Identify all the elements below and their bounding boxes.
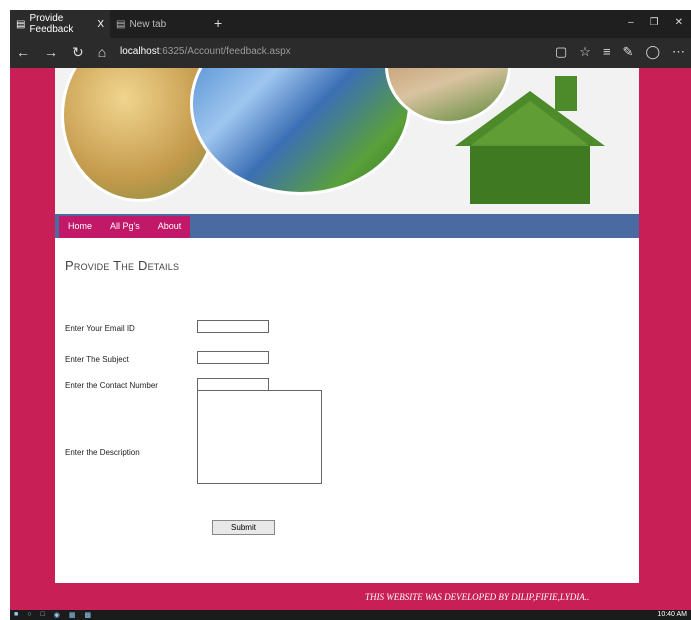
url-host: localhost — [120, 46, 160, 57]
back-icon[interactable]: ← — [16, 44, 30, 61]
reading-view-icon[interactable]: ▢ — [555, 44, 567, 60]
site-footer: THIS WEBSITE WAS DEVELOPED BY DILIP,FIFI… — [365, 592, 590, 602]
home-icon[interactable]: ⌂ — [98, 44, 106, 61]
menu-bar: Home All Pg's About — [55, 214, 639, 238]
site-banner — [55, 68, 639, 214]
more-icon[interactable]: ⋯ — [672, 44, 685, 60]
email-label: Enter Your Email ID — [65, 324, 135, 333]
submit-button[interactable]: Submit — [212, 520, 275, 535]
minimize-icon[interactable]: – — [628, 17, 634, 28]
tab-provide-feedback[interactable]: ▤ Provide Feedback X — [10, 10, 110, 38]
contact-label: Enter the Contact Number — [65, 381, 158, 390]
share-icon[interactable]: ◯ — [645, 44, 660, 60]
grass-house-image — [455, 76, 605, 204]
search-icon[interactable]: ○ — [27, 611, 31, 619]
taskbar: ■ ○ □ ◉ ▦ ▩ 10:40 AM — [10, 610, 691, 620]
email-input[interactable] — [197, 320, 269, 333]
menu-about[interactable]: About — [149, 216, 191, 238]
banner-glass-building-photo — [190, 68, 411, 195]
subject-label: Enter The Subject — [65, 355, 129, 364]
taskbar-icons: ■ ○ □ ◉ ▦ ▩ — [14, 611, 91, 619]
page-title: Provide The Details — [65, 258, 180, 273]
tab-label: New tab — [129, 18, 167, 30]
task-view-icon[interactable]: □ — [40, 611, 44, 619]
hub-icon[interactable]: ≡ — [603, 44, 611, 60]
browser-window: ▤ Provide Feedback X ▤ New tab + – ❐ ✕ ←… — [10, 10, 691, 620]
menu-home[interactable]: Home — [59, 216, 101, 238]
url-field[interactable]: localhost:6325/Account/feedback.aspx — [120, 46, 291, 57]
edge-icon[interactable]: ◉ — [54, 611, 60, 619]
nav-menu: Home All Pg's About — [59, 216, 191, 238]
tab-close-icon[interactable]: X — [97, 19, 104, 30]
tab-label: Provide Feedback — [29, 13, 74, 35]
url-path: :6325/Account/feedback.aspx — [159, 46, 291, 57]
taskbar-clock: 10:40 AM — [657, 611, 687, 618]
description-textarea[interactable] — [197, 390, 322, 484]
web-note-icon[interactable]: ✎ — [623, 44, 634, 60]
window-controls: – ❐ ✕ — [628, 17, 683, 28]
restore-icon[interactable]: ❐ — [650, 17, 659, 28]
address-bar: ← → ↻ ⌂ localhost:6325/Account/feedback.… — [10, 38, 691, 68]
menu-all-pages[interactable]: All Pg's — [101, 216, 149, 238]
title-bar: ▤ Provide Feedback X ▤ New tab + – ❐ ✕ — [10, 10, 691, 38]
subject-input[interactable] — [197, 351, 269, 364]
start-icon[interactable]: ■ — [14, 611, 18, 619]
store-icon[interactable]: ▩ — [84, 611, 91, 619]
explorer-icon[interactable]: ▦ — [69, 611, 76, 619]
tab-page-icon: ▤ — [16, 18, 26, 30]
web-page: Home All Pg's About Provide The Details … — [55, 68, 639, 583]
tab-new-tab[interactable]: ▤ New tab — [110, 10, 210, 38]
tab-page-icon: ▤ — [116, 18, 126, 30]
nav-buttons: ← → ↻ ⌂ — [16, 44, 106, 61]
refresh-icon[interactable]: ↻ — [72, 44, 84, 61]
browser-tools: ▢ ☆ ≡ ✎ ◯ ⋯ — [555, 44, 685, 60]
new-tab-button[interactable]: + — [214, 15, 222, 31]
description-label: Enter the Description — [65, 448, 140, 457]
favorite-star-icon[interactable]: ☆ — [579, 44, 591, 60]
forward-icon[interactable]: → — [44, 44, 58, 61]
close-window-icon[interactable]: ✕ — [675, 17, 683, 28]
